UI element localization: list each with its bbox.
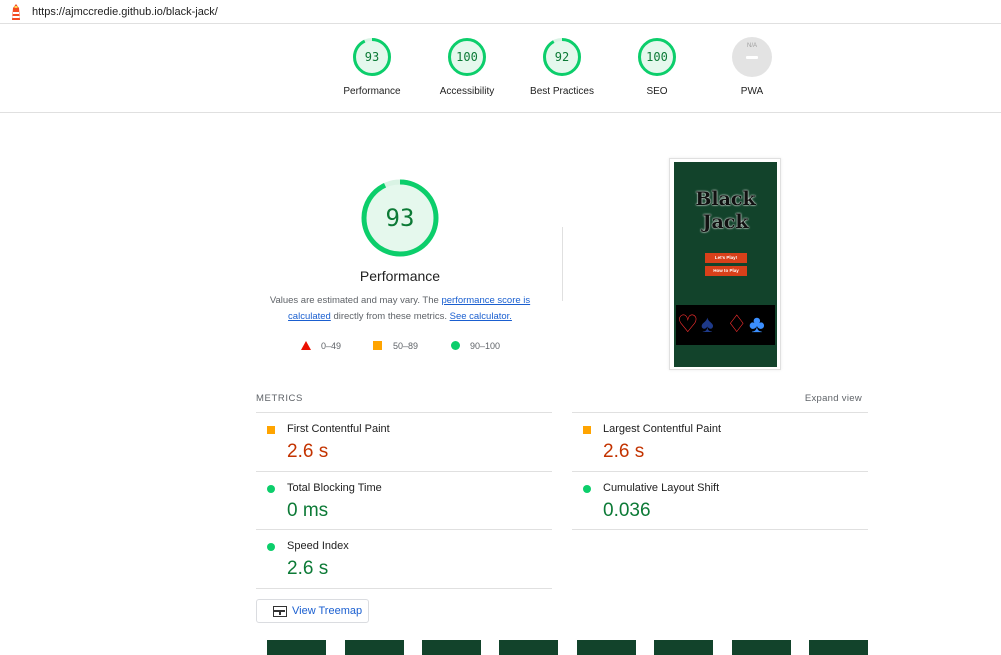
- divider: [562, 227, 563, 301]
- gauge-label: PWA: [740, 86, 764, 97]
- gauge-pwa[interactable]: N/A PWA: [712, 37, 792, 97]
- gauge-accessibility[interactable]: 100 Accessibility: [427, 37, 507, 97]
- diamond-icon: ♢: [726, 311, 748, 338]
- score-summary: 93 Performance 100 Accessibility 92 Best…: [0, 24, 1001, 113]
- spade-icon: ♠: [701, 311, 714, 338]
- divider: [572, 529, 868, 530]
- metric-speed-index: Speed Index 2.6 s: [256, 529, 552, 588]
- average-square-icon: [267, 426, 275, 434]
- gauge-label: Accessibility: [439, 86, 495, 97]
- metric-total-blocking-time: Total Blocking Time 0 ms: [256, 471, 552, 530]
- gauge-performance[interactable]: 93 Performance: [332, 37, 412, 97]
- final-screenshot[interactable]: Black Jack Let's Play! How to Play ♡ ♠ ♢…: [674, 162, 777, 367]
- metric-value: 2.6 s: [287, 558, 329, 579]
- average-square-icon: [373, 341, 382, 350]
- metric-largest-contentful-paint: Largest Contentful Paint 2.6 s: [572, 412, 868, 471]
- suits-banner: ♡ ♠ ♢ ♣: [676, 305, 775, 345]
- see-calculator-link[interactable]: See calculator.: [450, 311, 512, 322]
- page-url[interactable]: https://ajmccredie.github.io/black-jack/: [32, 6, 218, 18]
- club-icon: ♣: [749, 311, 765, 338]
- legend-average: 50–89: [393, 341, 419, 351]
- pass-circle-icon: [267, 543, 275, 551]
- gauge-score: 100: [646, 50, 668, 64]
- note-text: Values are estimated and may vary. The: [269, 295, 439, 306]
- performance-title: Performance: [359, 268, 441, 284]
- gauge-label: Performance: [343, 86, 401, 97]
- pass-circle-icon: [451, 341, 460, 350]
- url-bar: https://ajmccredie.github.io/black-jack/: [0, 0, 1001, 24]
- note-text: directly from these metrics.: [333, 311, 447, 322]
- screenshot-play-button: Let's Play!: [705, 253, 747, 263]
- metric-title: Cumulative Layout Shift: [603, 482, 720, 494]
- metrics-header: METRICS: [256, 393, 303, 404]
- gauge-seo[interactable]: 100 SEO: [617, 37, 697, 97]
- metric-title: Speed Index: [287, 540, 349, 552]
- metric-title: Total Blocking Time: [287, 482, 382, 494]
- gauge-label: Best Practices: [530, 86, 594, 97]
- pwa-badge-icon: N/A: [732, 37, 772, 77]
- pwa-na: N/A: [746, 43, 757, 49]
- performance-gauge: 93: [360, 178, 440, 258]
- filmstrip-frame: [422, 640, 481, 655]
- gauge-score: 100: [456, 50, 478, 64]
- gauge-score: 93: [364, 50, 380, 64]
- average-square-icon: [583, 426, 591, 434]
- filmstrip-frame: [654, 640, 713, 655]
- heart-icon: ♡: [677, 311, 699, 338]
- filmstrip-frame: [345, 640, 404, 655]
- filmstrip-frame: [577, 640, 636, 655]
- filmstrip-frame: [809, 640, 868, 655]
- screenshot-title-line2: Jack: [702, 211, 749, 233]
- gauge-best-practices[interactable]: 92 Best Practices: [522, 37, 602, 97]
- metric-value: 0.036: [603, 500, 651, 521]
- screenshot-title-line1: Black: [695, 188, 756, 210]
- pass-circle-icon: [583, 485, 591, 493]
- pass-circle-icon: [267, 485, 275, 493]
- divider: [256, 588, 552, 589]
- expand-view-toggle[interactable]: Expand view: [770, 393, 862, 404]
- legend-fail: 0–49: [321, 341, 342, 351]
- metric-title: Largest Contentful Paint: [603, 423, 722, 435]
- performance-note: Values are estimated and may vary. The p…: [256, 293, 544, 325]
- view-treemap-button[interactable]: View Treemap: [256, 599, 369, 623]
- legend-pass: 90–100: [470, 341, 501, 351]
- filmstrip-frame: [499, 640, 558, 655]
- treemap-icon: [273, 606, 287, 617]
- metric-value: 2.6 s: [603, 441, 645, 462]
- screenshot-title: Black Jack: [674, 188, 777, 234]
- metric-title: First Contentful Paint: [287, 423, 390, 435]
- fail-triangle-icon: [301, 341, 311, 350]
- lighthouse-logo-icon: [12, 4, 20, 20]
- gauge-score: 92: [554, 50, 570, 64]
- metric-first-contentful-paint: First Contentful Paint 2.6 s: [256, 412, 552, 471]
- performance-score: 93: [385, 204, 415, 232]
- screenshot-howto-button: How to Play: [705, 266, 747, 276]
- filmstrip-frame: [732, 640, 791, 655]
- metric-value: 0 ms: [287, 500, 329, 521]
- filmstrip-frame: [267, 640, 326, 655]
- metric-value: 2.6 s: [287, 441, 329, 462]
- metric-cumulative-layout-shift: Cumulative Layout Shift 0.036: [572, 471, 868, 530]
- view-treemap-label: View Treemap: [292, 605, 363, 617]
- gauge-label: SEO: [646, 86, 668, 97]
